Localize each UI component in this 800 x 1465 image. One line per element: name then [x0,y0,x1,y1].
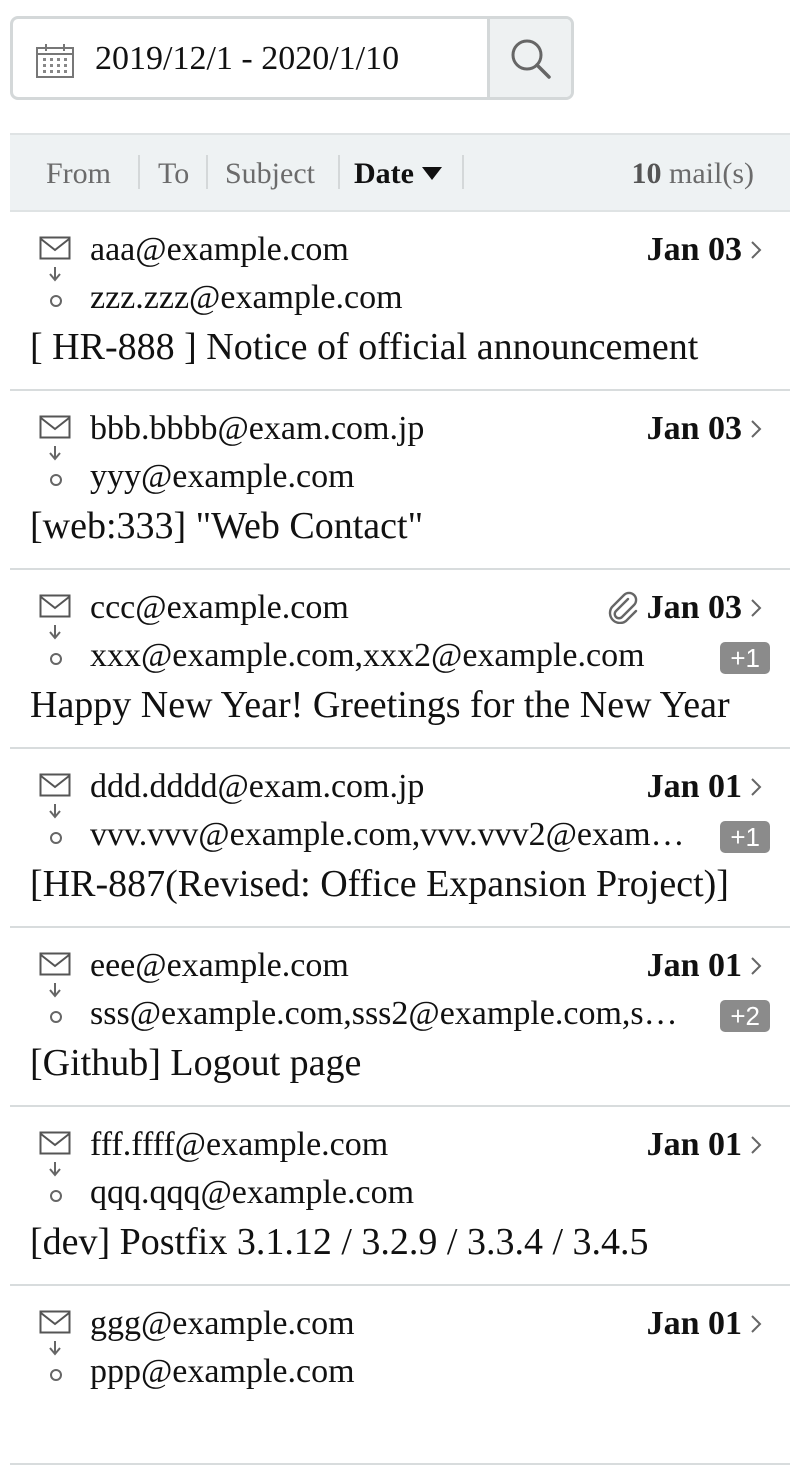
date-range-input[interactable]: 2019/12/1 - 2020/1/10 [95,19,399,97]
mail-row[interactable]: ggg@example.com Jan 01 ppp@example.com [10,1286,790,1465]
mail-row[interactable]: aaa@example.com Jan 03 zzz.zzz@example.com… [10,212,790,391]
chevron-right-icon [751,1315,762,1333]
extra-recipients-badge: +2 [720,1000,770,1032]
mail-to: qqq.qqq@example.com [90,1174,415,1211]
chevron-right-icon [751,599,762,617]
mail-row[interactable]: ddd.dddd@exam.com.jp Jan 01 vvv.vvv@exampl… [10,749,790,928]
sort-by-date[interactable]: Date [354,135,442,210]
mail-date: Jan 01 [646,1305,742,1342]
mail-date: Jan 03 [646,589,742,626]
search-button[interactable] [487,19,571,97]
arrow-down-icon [49,446,61,461]
paperclip-icon [608,591,638,624]
mail-date: Jan 03 [646,410,742,447]
sort-date-label: Date [354,157,414,190]
envelope-icon [39,1131,71,1155]
sort-bar: From To Subject Date 10 mail(s) [10,133,790,212]
extra-recipients-badge: +1 [720,642,770,674]
recipient-dot-icon [50,832,62,844]
mail-from: aaa@example.com [90,231,349,268]
arrow-down-icon [49,1162,61,1177]
mail-row[interactable]: ccc@example.com Jan 03 xxx@example.com,xxx… [10,570,790,749]
mail-to: zzz.zzz@example.com [90,279,403,316]
recipient-dot-icon [50,474,62,486]
envelope-icon [39,236,71,260]
mail-to: sss@example.com,sss2@example.com,sss3@ex… [90,995,686,1032]
sort-divider [338,155,340,189]
envelope-icon [39,594,71,618]
chevron-right-icon [751,420,762,438]
mail-count-number: 10 [631,157,662,190]
mail-date: Jan 03 [646,231,742,268]
mail-to: vvv.vvv@example.com,vvv.vvv2@example.com [90,816,686,853]
mail-from: fff.ffff@example.com [90,1126,389,1163]
arrow-down-icon [49,804,61,819]
envelope-icon [39,952,71,976]
chevron-right-icon [751,241,762,259]
mail-row[interactable]: fff.ffff@example.com Jan 01 qqq.qqq@exampl… [10,1107,790,1286]
mail-row[interactable]: eee@example.com Jan 01 sss@example.com,sss… [10,928,790,1107]
caret-down-icon [421,167,442,180]
envelope-icon [39,773,71,797]
arrow-down-icon [49,625,61,640]
mail-subject: [dev] Postfix 3.1.12 / 3.2.9 / 3.3.4 / 3… [30,1221,649,1263]
arrow-down-icon [49,983,61,998]
mail-row[interactable]: bbb.bbbb@exam.com.jp Jan 03 yyy@example.co… [10,391,790,570]
mail-to: ppp@example.com [90,1353,355,1390]
chevron-right-icon [751,778,762,796]
chevron-right-icon [751,1136,762,1154]
mail-to: xxx@example.com,xxx2@example.com [90,637,645,674]
mail-from: ggg@example.com [90,1305,355,1342]
recipient-dot-icon [50,1369,62,1381]
search-icon [511,39,551,79]
mail-subject: [Github] Logout page [30,1042,362,1084]
mail-from: ddd.dddd@exam.com.jp [90,768,425,805]
mail-count: 10 mail(s) [632,135,754,210]
sort-by-subject[interactable]: Subject [225,135,315,210]
mail-subject: [ HR-888 ] Notice of official announceme… [30,326,699,368]
chevron-right-icon [751,957,762,975]
mail-date: Jan 01 [646,768,742,805]
mail-from: ccc@example.com [90,589,349,626]
mail-subject: [HR-887(Revised: Office Expansion Projec… [30,863,729,905]
sort-divider [138,155,140,189]
mail-date: Jan 01 [646,1126,742,1163]
arrow-down-icon [49,1341,61,1356]
mail-date: Jan 01 [646,947,742,984]
recipient-dot-icon [50,653,62,665]
sort-by-to[interactable]: To [158,135,189,210]
extra-recipients-badge: +1 [720,821,770,853]
recipient-dot-icon [50,1011,62,1023]
sort-divider [206,155,208,189]
envelope-icon [39,415,71,439]
recipient-dot-icon [50,295,62,307]
date-range-search[interactable]: 2019/12/1 - 2020/1/10 [10,16,574,100]
mail-list: aaa@example.com Jan 03 zzz.zzz@example.com… [10,212,790,1465]
recipient-dot-icon [50,1190,62,1202]
mail-subject: [web:333] "Web Contact" [30,505,424,547]
mail-from: bbb.bbbb@exam.com.jp [90,410,425,447]
arrow-down-icon [49,267,61,282]
sort-by-from[interactable]: From [46,135,111,210]
mail-to: yyy@example.com [90,458,355,495]
mail-count-suffix: mail(s) [669,157,754,190]
mail-from: eee@example.com [90,947,349,984]
mail-subject: Happy New Year! Greetings for the New Ye… [30,684,730,726]
calendar-icon [36,44,74,78]
envelope-icon [39,1310,71,1334]
sort-divider [462,155,464,189]
